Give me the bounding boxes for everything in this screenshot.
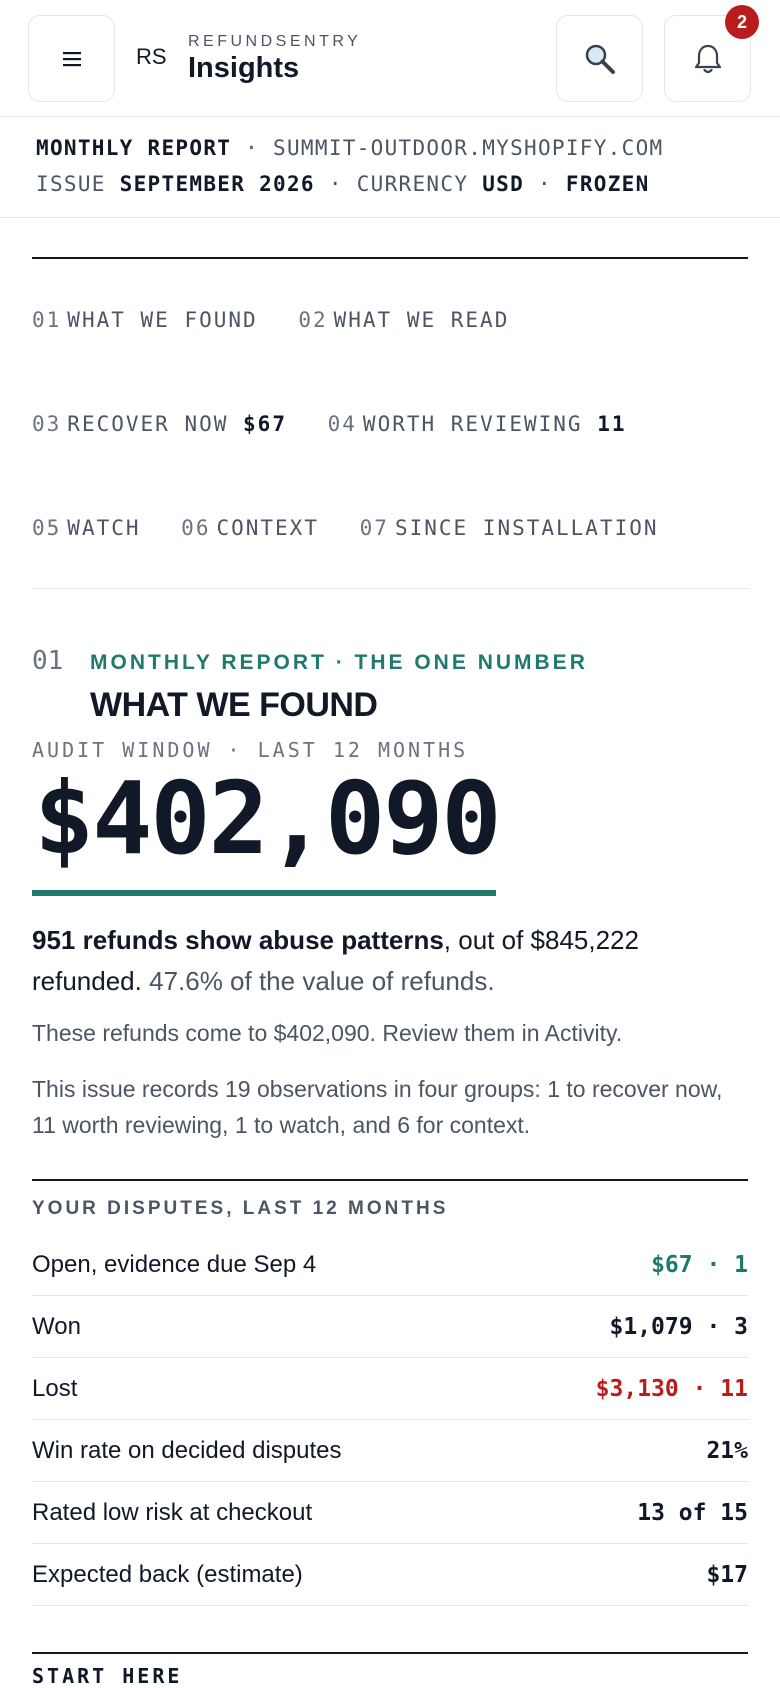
row-value: $3,130 · 11: [595, 1375, 748, 1402]
row-label: Won: [32, 1312, 81, 1340]
magnifier-icon: [585, 44, 615, 74]
toc-label: SINCE INSTALLATION: [394, 516, 659, 540]
issue-value: SEPTEMBER 2026: [119, 172, 315, 196]
toc-num: 01: [32, 308, 62, 332]
currency-label: CURRENCY: [356, 172, 469, 196]
toc-num: 05: [32, 516, 62, 540]
toc-item-what-we-read[interactable]: 02 WHAT WE READ: [298, 308, 509, 332]
section-kicker: MONTHLY REPORT · THE ONE NUMBER: [90, 651, 588, 674]
toc-label: WHAT WE FOUND: [67, 308, 258, 332]
headline-underline: [32, 890, 496, 896]
toc-value: $67: [243, 412, 287, 436]
toc-item-watch[interactable]: 05 WATCH: [32, 516, 141, 540]
toc-num: 04: [327, 412, 357, 436]
audit-window-label: AUDIT WINDOW · LAST 12 MONTHS: [32, 738, 469, 762]
toc-item-context[interactable]: 06 CONTEXT: [181, 516, 319, 540]
separator: ·: [231, 136, 274, 160]
app-header: RS REFUNDSENTRY Insights 2: [0, 0, 780, 117]
page-title: Insights: [188, 52, 300, 84]
disputes-title: YOUR DISPUTES, LAST 12 MONTHS: [32, 1198, 449, 1219]
table-row[interactable]: Open, evidence due Sep 4 $67 · 1: [32, 1234, 748, 1296]
table-row[interactable]: Lost $3,130 · 11: [32, 1358, 748, 1420]
section-title: WHAT WE FOUND: [90, 686, 378, 724]
toc-value: 11: [597, 412, 627, 436]
notifications-button[interactable]: 2: [664, 5, 759, 102]
report-label: MONTHLY REPORT: [36, 136, 232, 160]
report-meta-bar: MONTHLY REPORT · SUMMIT-OUTDOOR.MYSHOPIF…: [0, 118, 780, 218]
row-value: 21%: [706, 1437, 748, 1464]
issue-label: ISSUE: [36, 172, 106, 196]
table-row[interactable]: Expected back (estimate) $17: [32, 1544, 748, 1606]
menu-button[interactable]: [28, 15, 115, 102]
divider: [32, 257, 748, 259]
row-label: Expected back (estimate): [32, 1560, 303, 1588]
divider: [32, 1179, 748, 1181]
currency-value: USD: [482, 172, 525, 196]
bell-icon: [694, 44, 721, 73]
toc-num: 03: [32, 412, 62, 436]
lead-percentage: 47.6% of the value of refunds.: [149, 966, 495, 996]
row-label: Open, evidence due Sep 4: [32, 1250, 317, 1278]
row-label: Win rate on decided disputes: [32, 1436, 342, 1464]
status-badge: FROZEN: [565, 172, 650, 196]
store-domain: SUMMIT-OUTDOOR.MYSHOPIFY.COM: [273, 136, 664, 160]
toc-num: 07: [359, 516, 389, 540]
lead-emphasis: 951 refunds show abuse patterns: [32, 925, 444, 955]
toc-label: RECOVER NOW: [67, 412, 229, 436]
row-label: Lost: [32, 1374, 78, 1402]
toc-num: 02: [298, 308, 328, 332]
table-row[interactable]: Win rate on decided disputes 21%: [32, 1420, 748, 1482]
toc-item-recover-now[interactable]: 03 RECOVER NOW $67: [32, 412, 287, 436]
row-value: $67 · 1: [651, 1251, 748, 1278]
headline-amount: $402,090: [34, 760, 502, 877]
table-row[interactable]: Won $1,079 · 3: [32, 1296, 748, 1358]
toc-num: 06: [181, 516, 211, 540]
divider: [32, 1652, 748, 1654]
search-button[interactable]: [556, 15, 643, 102]
start-here-heading: START HERE: [32, 1664, 183, 1688]
toc-label: WHAT WE READ: [333, 308, 510, 332]
toc-label: WATCH: [67, 516, 141, 540]
row-value: $1,079 · 3: [609, 1313, 748, 1340]
brand-mark: RS: [136, 44, 167, 69]
table-row[interactable]: Rated low risk at checkout 13 of 15: [32, 1482, 748, 1544]
notification-badge: 2: [725, 5, 759, 39]
row-value: 13 of 15: [637, 1499, 748, 1526]
toc-label: WORTH REVIEWING: [362, 412, 583, 436]
toc-item-since-installation[interactable]: 07 SINCE INSTALLATION: [360, 516, 659, 540]
separator: ·: [314, 172, 357, 196]
summary-paragraph-2: This issue records 19 observations in fo…: [32, 1076, 723, 1138]
toc-row: 01 WHAT WE FOUND 02 WHAT WE READ: [32, 308, 535, 332]
section-number: 01: [32, 646, 64, 676]
report-meta-line-2: ISSUE SEPTEMBER 2026 · CURRENCY USD · FR…: [36, 172, 650, 196]
toc-row: 05 WATCH 06 CONTEXT 07 SINCE INSTALLATION: [32, 516, 685, 540]
divider: [32, 588, 748, 589]
summary-paragraph-1: These refunds come to $402,090. Review t…: [32, 1020, 623, 1046]
summary-lead: 951 refunds show abuse patterns, out of …: [32, 920, 748, 1002]
separator: ·: [524, 172, 566, 196]
toc-label: CONTEXT: [216, 516, 319, 540]
hamburger-icon: [62, 51, 81, 66]
row-value: $17: [706, 1561, 748, 1588]
toc-item-what-we-found[interactable]: 01 WHAT WE FOUND: [32, 308, 258, 332]
toc-row: 03 RECOVER NOW $67 04 WORTH REVIEWING 11: [32, 412, 653, 436]
row-label: Rated low risk at checkout: [32, 1498, 313, 1526]
report-meta-line-1: MONTHLY REPORT · SUMMIT-OUTDOOR.MYSHOPIF…: [36, 136, 663, 160]
toc-item-worth-reviewing[interactable]: 04 WORTH REVIEWING 11: [328, 412, 627, 436]
brand-name: REFUNDSENTRY: [188, 33, 362, 50]
